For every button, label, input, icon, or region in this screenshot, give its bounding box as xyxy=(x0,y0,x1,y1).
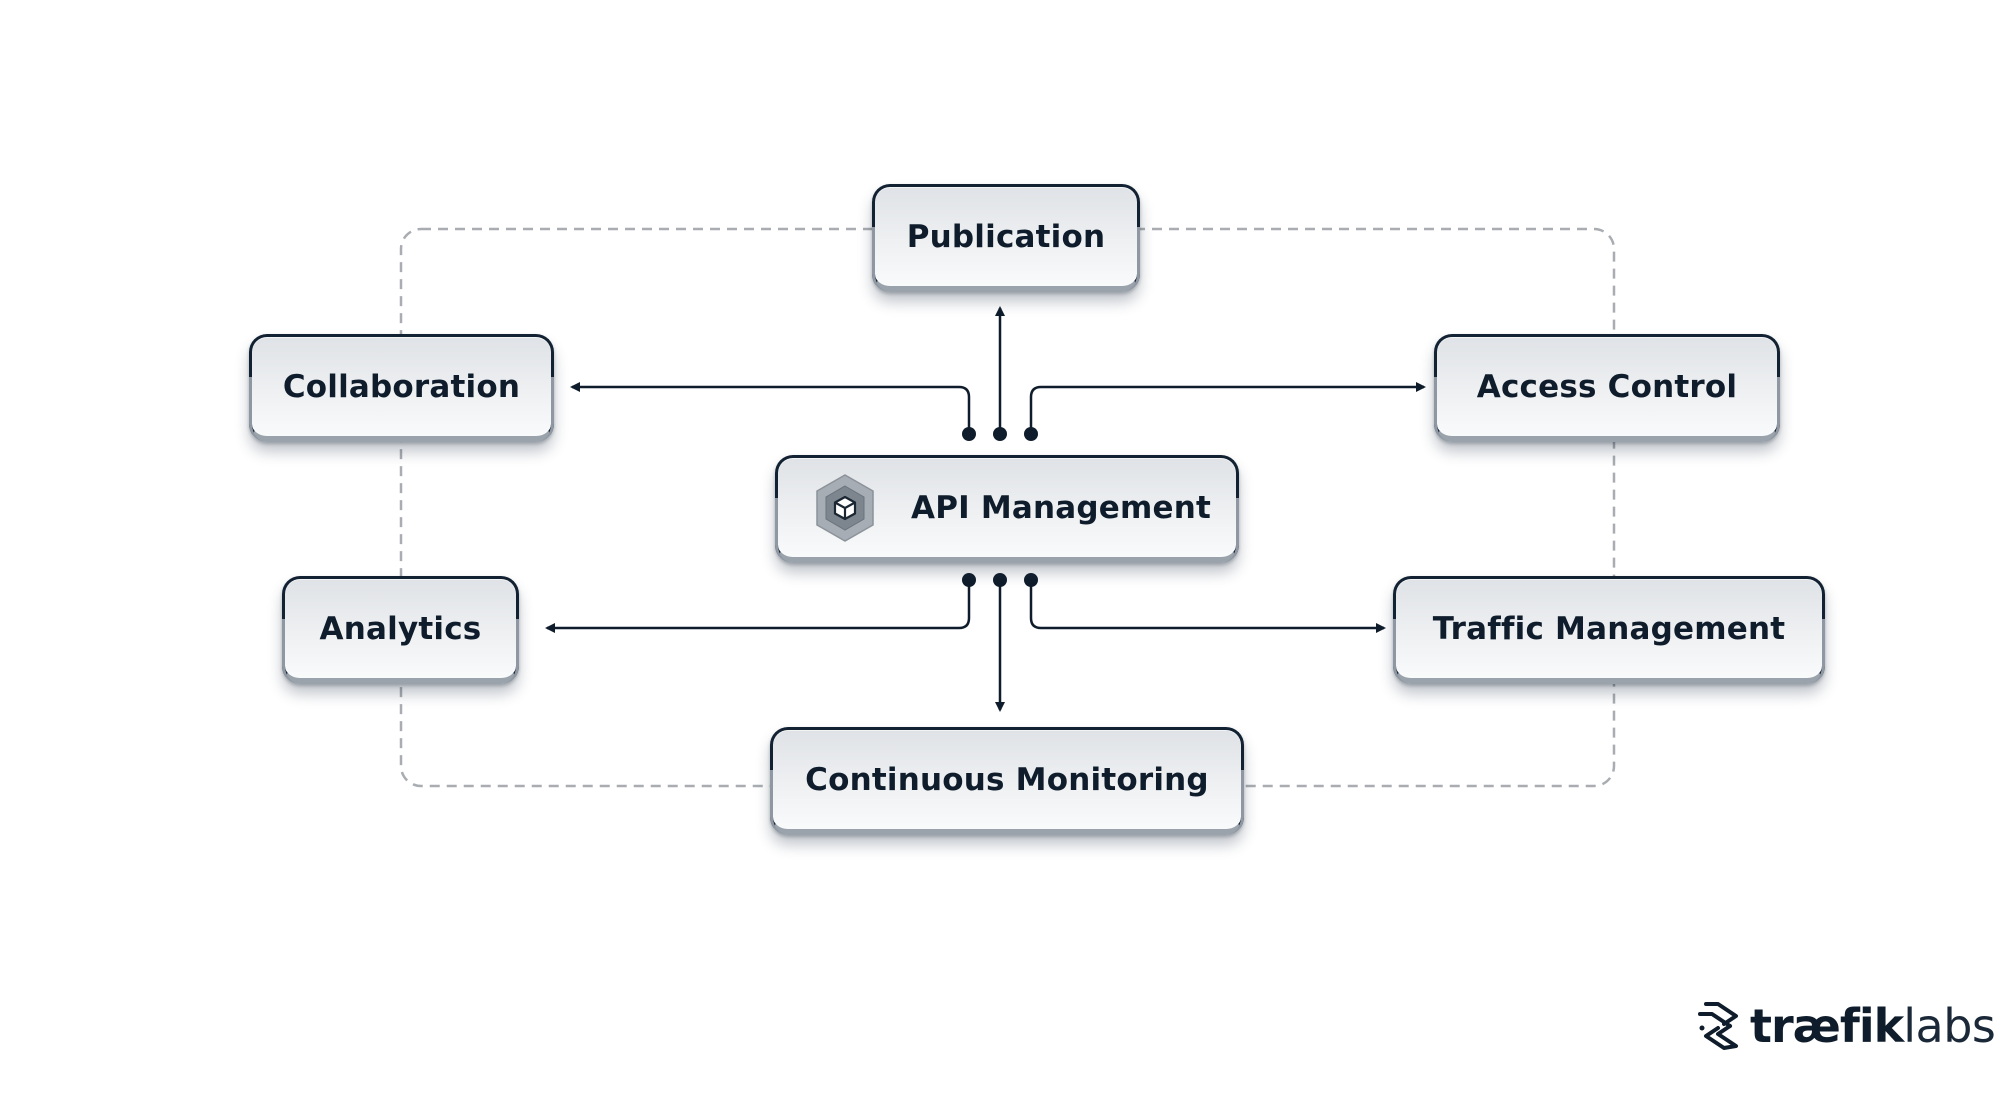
connector-dot xyxy=(1024,573,1038,587)
cube-hexagon-icon xyxy=(816,473,874,542)
edge-api-analytics xyxy=(545,580,971,633)
edge-api-collaboration xyxy=(570,382,971,432)
connector-dot xyxy=(993,427,1007,441)
node-traffic-management[interactable]: Traffic Management xyxy=(1393,576,1825,684)
node-collaboration[interactable]: Collaboration xyxy=(249,334,554,442)
top-connector-dots xyxy=(962,427,1038,441)
edge-api-traffic-management xyxy=(1029,580,1386,633)
bottom-connector-dots xyxy=(962,573,1038,587)
connector-dot xyxy=(962,427,976,441)
node-publication[interactable]: Publication xyxy=(872,184,1140,292)
connector-dot xyxy=(962,573,976,587)
node-analytics[interactable]: Analytics xyxy=(282,576,519,684)
bottom-connectors xyxy=(545,580,1386,712)
logo-text-bold: træfik xyxy=(1750,999,1904,1053)
top-connectors xyxy=(570,306,1426,432)
node-api-management[interactable]: API Management xyxy=(775,455,1239,563)
connector-dot xyxy=(993,573,1007,587)
node-label: Access Control xyxy=(1476,368,1738,405)
logo-text-light: labs xyxy=(1903,999,1996,1053)
node-label: Continuous Monitoring xyxy=(805,761,1209,798)
traefik-labs-logo: træfik labs xyxy=(1696,996,1996,1056)
node-label: Analytics xyxy=(319,610,482,647)
connector-dot xyxy=(1024,427,1038,441)
node-label: Traffic Management xyxy=(1432,610,1786,647)
node-label: Publication xyxy=(906,218,1106,255)
node-access-control[interactable]: Access Control xyxy=(1434,334,1780,442)
node-label: API Management xyxy=(911,489,1212,526)
node-label: Collaboration xyxy=(282,368,521,405)
traefik-logo-mark-icon xyxy=(1698,1002,1738,1050)
edge-api-access-control xyxy=(1029,382,1426,432)
node-continuous-monitoring[interactable]: Continuous Monitoring xyxy=(770,727,1244,835)
